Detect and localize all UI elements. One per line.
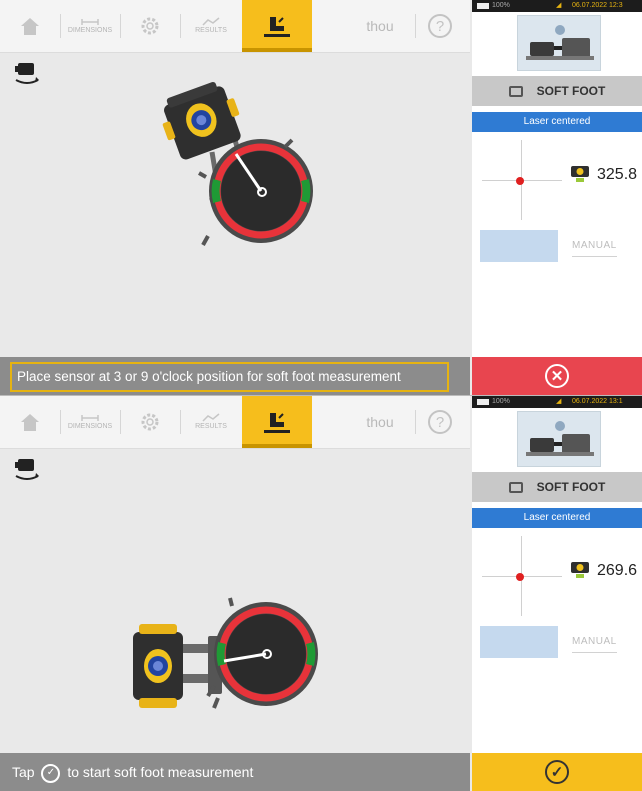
manual-underline xyxy=(572,256,617,257)
battery-icon xyxy=(477,399,489,405)
soft-foot-button[interactable]: SOFT FOOT xyxy=(472,76,642,106)
top-toolbar: DIMENSIONS RESULTS thou ? xyxy=(0,0,470,53)
home-button[interactable] xyxy=(0,0,60,52)
machine-setup-button[interactable] xyxy=(120,0,180,52)
check-icon: ✓ xyxy=(41,763,61,783)
screen-panel-2: DIMENSIONS RESULTS thou ? Tap ✓ to start… xyxy=(0,396,642,791)
results-button[interactable]: RESULTS xyxy=(180,396,242,448)
cancel-button[interactable]: ✕ xyxy=(472,357,642,395)
laser-dot xyxy=(516,177,524,185)
results-button[interactable]: RESULTS xyxy=(180,0,242,52)
screw xyxy=(198,171,207,179)
angle-reading: 269.6 xyxy=(597,562,638,579)
battery-icon xyxy=(477,3,489,9)
instruction-text: Tap ✓ to start soft foot measurement xyxy=(12,753,253,791)
soft-foot-label: SOFT FOOT xyxy=(536,84,606,98)
signal-icon: ◢ xyxy=(556,2,562,9)
sensor-mini-icon xyxy=(571,562,589,578)
dimensions-label: DIMENSIONS xyxy=(67,423,113,430)
help-button[interactable]: ? xyxy=(420,396,460,448)
unit-button[interactable]: thou xyxy=(350,396,410,448)
disabled-button[interactable] xyxy=(480,626,558,658)
date-time: 06.07.2022 13:1 xyxy=(572,398,623,405)
status-bar: 100% ◢ 06.07.2022 13:1 xyxy=(472,396,642,408)
instruction-text: Place sensor at 3 or 9 o'clock position … xyxy=(10,362,449,392)
machine-thumbnail[interactable] xyxy=(517,15,601,71)
confirm-check-icon: ✓ xyxy=(545,760,569,784)
soft-foot-icon xyxy=(264,413,290,433)
sensor-head xyxy=(133,624,183,708)
dimensions-icon xyxy=(81,415,99,421)
laser-status: Laser centered xyxy=(472,508,642,528)
battery-percent: 100% xyxy=(492,398,510,405)
manual-button[interactable]: MANUAL xyxy=(572,636,617,647)
camera-icon xyxy=(508,481,523,493)
help-button[interactable]: ? xyxy=(420,0,460,52)
gear-icon xyxy=(141,413,159,431)
dimensions-button[interactable]: DIMENSIONS xyxy=(60,0,120,52)
signal-icon: ◢ xyxy=(556,398,562,405)
disabled-button[interactable] xyxy=(480,230,558,262)
shaft-visualization xyxy=(133,597,318,709)
soft-foot-button[interactable]: SOFT FOOT xyxy=(472,472,642,502)
help-icon: ? xyxy=(428,410,452,434)
instruction-suffix: to start soft foot measurement xyxy=(67,764,254,780)
screw xyxy=(228,597,234,607)
results-icon xyxy=(202,413,220,422)
side-panel: 100% ◢ 06.07.2022 12:3 SOFT FOOT Laser c… xyxy=(472,0,642,395)
instruction-bar: Tap ✓ to start soft foot measurement xyxy=(0,753,470,791)
toolbar-divider xyxy=(415,14,416,38)
dimensions-button[interactable]: DIMENSIONS xyxy=(60,396,120,448)
camera-icon xyxy=(508,85,523,97)
manual-button[interactable]: MANUAL xyxy=(572,240,617,251)
results-icon xyxy=(202,17,220,26)
instruction-prefix: Tap xyxy=(12,764,35,780)
battery-percent: 100% xyxy=(492,2,510,9)
gear-icon xyxy=(141,17,159,35)
cancel-icon: ✕ xyxy=(545,364,569,388)
shaft-visualization xyxy=(162,82,313,246)
status-bar: 100% ◢ 06.07.2022 12:3 xyxy=(472,0,642,12)
side-panel: 100% ◢ 06.07.2022 13:1 SOFT FOOT Laser c… xyxy=(472,396,642,791)
date-time: 06.07.2022 12:3 xyxy=(572,2,623,9)
soft-foot-tab[interactable] xyxy=(242,396,312,448)
screw xyxy=(283,138,294,149)
results-label: RESULTS xyxy=(195,27,227,34)
laser-target: 325.8 xyxy=(472,132,642,220)
soft-foot-tab[interactable] xyxy=(242,0,312,52)
sensor-mini-icon xyxy=(571,166,589,182)
dimensions-label: DIMENSIONS xyxy=(67,27,113,34)
machine-setup-button[interactable] xyxy=(120,396,180,448)
results-label: RESULTS xyxy=(195,423,227,430)
soft-foot-icon xyxy=(264,17,290,37)
home-icon xyxy=(21,414,39,431)
ring-zone-9-oclock xyxy=(216,642,226,666)
ring-zone-3-oclock xyxy=(301,179,311,203)
screen-panel-1: DIMENSIONS RESULTS thou ? Place sensor a… xyxy=(0,0,642,395)
confirm-button[interactable]: ✓ xyxy=(472,753,642,791)
dimensions-icon xyxy=(81,19,99,25)
toolbar-divider xyxy=(415,410,416,434)
manual-underline xyxy=(572,652,617,653)
laser-status: Laser centered xyxy=(472,112,642,132)
ring-zone-9-oclock xyxy=(211,179,221,203)
angle-reading: 325.8 xyxy=(597,166,638,183)
screw xyxy=(212,697,220,709)
laser-dot xyxy=(516,573,524,581)
laser-target: 269.6 xyxy=(472,528,642,616)
home-icon xyxy=(21,18,39,35)
soft-foot-label: SOFT FOOT xyxy=(536,480,606,494)
ring-zone-3-oclock xyxy=(306,642,316,666)
home-button[interactable] xyxy=(0,396,60,448)
machine-thumbnail[interactable] xyxy=(517,411,601,467)
help-icon: ? xyxy=(428,14,452,38)
top-toolbar: DIMENSIONS RESULTS thou ? xyxy=(0,396,470,449)
instruction-bar: Place sensor at 3 or 9 o'clock position … xyxy=(0,357,470,395)
screw xyxy=(201,235,210,246)
unit-button[interactable]: thou xyxy=(350,0,410,52)
